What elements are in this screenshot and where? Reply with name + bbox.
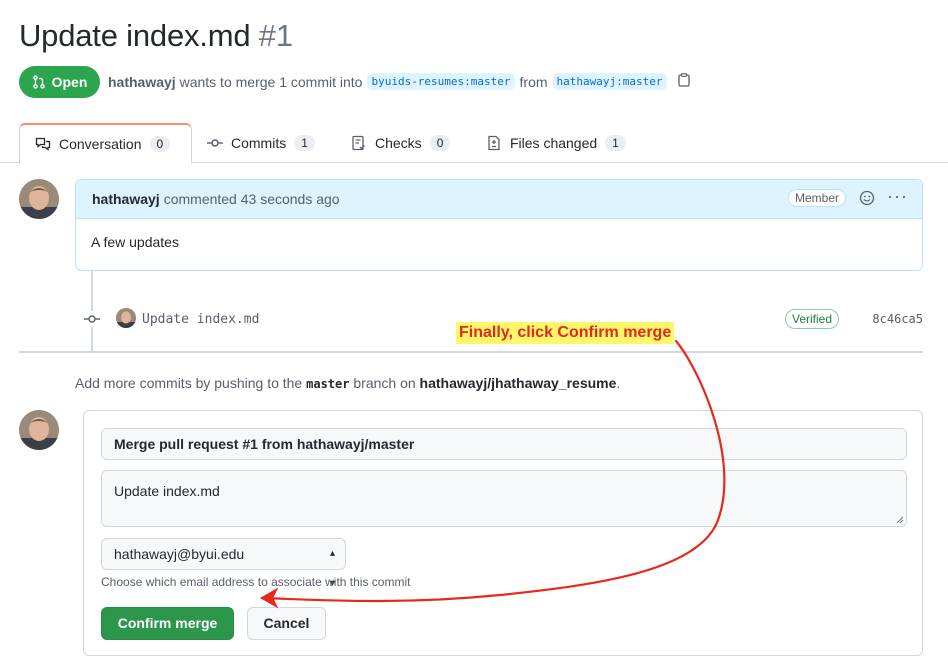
tab-conversation[interactable]: Conversation 0: [19, 123, 192, 164]
tab-checks[interactable]: Checks 0: [351, 123, 451, 163]
member-badge: Member: [787, 189, 846, 207]
hint-middle: branch on: [353, 375, 416, 391]
pr-number: #1: [258, 18, 293, 53]
tab-files-changed[interactable]: Files changed 1: [486, 123, 626, 163]
tab-label: Conversation: [59, 136, 142, 152]
tab-label: Files changed: [510, 135, 598, 151]
merge-title-input[interactable]: Merge pull request #1 from hathawayj/mas…: [101, 428, 907, 460]
state-label: Open: [51, 74, 88, 90]
email-selected-value: hathawayj@byui.edu: [114, 546, 245, 562]
hint-branch: master: [306, 377, 350, 391]
comment-body: A few updates: [91, 234, 179, 250]
verified-badge[interactable]: Verified: [785, 309, 840, 329]
cancel-button[interactable]: Cancel: [247, 607, 326, 640]
resize-handle-icon[interactable]: [896, 516, 904, 524]
email-select[interactable]: hathawayj@byui.edu ▴ ▾: [101, 538, 346, 589]
tab-counter: 1: [294, 135, 315, 151]
push-hint: Add more commits by pushing to the maste…: [75, 375, 620, 391]
comment-discussion-icon: [35, 137, 51, 151]
pr-author-link[interactable]: hathawayj: [108, 74, 176, 90]
email-hint: Choose which email address to associate …: [101, 575, 411, 589]
commit-message-link[interactable]: Update index.md: [142, 312, 259, 327]
pr-tabs: Conversation 0 Commits 1 Checks 0 Files …: [0, 123, 948, 164]
git-commit-icon: [207, 139, 223, 147]
tab-label: Checks: [375, 135, 422, 151]
avatar[interactable]: [19, 179, 59, 219]
timeline-divider: [19, 351, 923, 353]
avatar[interactable]: [19, 410, 59, 450]
hint-suffix: .: [616, 375, 621, 391]
select-arrows-icon: ▴ ▾: [329, 548, 335, 589]
merge-description-text: Update index.md: [114, 483, 220, 499]
kebab-horizontal-icon[interactable]: ···: [887, 186, 908, 207]
git-pull-request-icon: [32, 75, 45, 89]
merge-form: Merge pull request #1 from hathawayj/mas…: [83, 410, 923, 656]
comment-author[interactable]: hathawayj: [92, 191, 160, 207]
repo-link[interactable]: hathawayj/jhathaway_resume: [420, 375, 617, 391]
tab-counter: 0: [149, 136, 171, 152]
comment-box: hathawayj commented 43 seconds ago Membe…: [75, 179, 923, 271]
pr-meta: hathawayj wants to merge 1 commit into b…: [108, 73, 690, 90]
pr-title-text: Update index.md: [19, 18, 251, 53]
merge-description-textarea[interactable]: Update index.md: [101, 470, 907, 527]
pr-title: Update index.md #1: [19, 18, 293, 54]
hint-prefix: Add more commits by pushing to the: [75, 375, 303, 391]
checklist-icon: [352, 135, 365, 151]
commit-sha-link[interactable]: 8c46ca5: [872, 312, 923, 326]
tab-counter: 1: [605, 135, 626, 151]
comment-header: hathawayj commented 43 seconds ago Membe…: [76, 180, 922, 219]
base-branch[interactable]: byuids-resumes:master: [367, 73, 515, 90]
avatar[interactable]: [116, 308, 136, 328]
comment-meta[interactable]: commented 43 seconds ago: [164, 191, 340, 207]
from-text: from: [519, 73, 548, 90]
merge-text: wants to merge 1 commit into: [179, 73, 363, 90]
copy-icon[interactable]: [677, 73, 690, 90]
state-badge-open: Open: [19, 66, 100, 98]
tab-label: Commits: [231, 135, 287, 151]
confirm-merge-button[interactable]: Confirm merge: [101, 607, 234, 640]
file-diff-icon: [488, 135, 500, 151]
tab-commits[interactable]: Commits 1: [207, 123, 315, 163]
annotation-callout: Finally, click Confirm merge: [456, 322, 675, 344]
tab-counter: 0: [429, 135, 451, 151]
head-branch[interactable]: hathawayj:master: [552, 73, 667, 90]
git-commit-icon: [84, 311, 100, 327]
smiley-icon[interactable]: [859, 190, 875, 209]
